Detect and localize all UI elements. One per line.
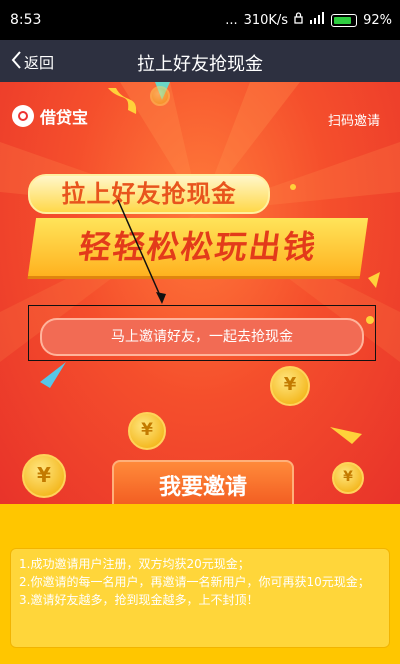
confetti-dot [290, 184, 296, 190]
coin-icon: ¥ [22, 454, 66, 498]
page-title: 拉上好友抢现金 [137, 54, 263, 75]
status-time: 8:53 [10, 12, 42, 28]
coin-icon: ¥ [270, 366, 310, 406]
scan-invite-link[interactable]: 扫码邀请 [328, 110, 380, 129]
title-bar: 返回 拉上好友抢现金 [0, 40, 400, 82]
headline: 拉上好友抢现金 [28, 174, 270, 214]
status-right: ... 310K/s 92% [225, 12, 392, 28]
app-screen: 8:53 ... 310K/s 92% 返回 拉上好友抢现金 借贷宝 扫码邀请 … [0, 0, 400, 664]
coin-icon: ¥ [332, 462, 364, 494]
annotation-highlight-box [28, 305, 376, 361]
slogan: 轻轻松松玩出钱 [27, 218, 369, 276]
status-bar: 8:53 ... 310K/s 92% [0, 0, 400, 40]
invite-button[interactable]: 我要邀请 [112, 460, 294, 504]
brand-logo: 借贷宝 [12, 104, 88, 128]
coin-icon: ¥ [128, 412, 166, 450]
network-speed: 310K/s [243, 12, 289, 28]
rules-box: 1.成功邀请用户注册，双方均获20元现金； 2.你邀请的每一名用户，再邀请一名新… [10, 548, 390, 648]
battery-percent: 92% [363, 12, 392, 28]
rule-item: 3.邀请好友越多，抢到现金越多，上不封顶！ [19, 593, 259, 607]
logo-text: 借贷宝 [40, 108, 89, 127]
rule-item: 1.成功邀请用户注册，双方均获20元现金； [19, 557, 250, 571]
more-dots: ... [225, 12, 238, 28]
lock-icon [294, 12, 303, 28]
promo-banner: 借贷宝 扫码邀请 拉上好友抢现金 轻轻松松玩出钱 ¥ ¥ ¥ ¥ 马上邀请好友，… [0, 82, 400, 504]
background-rays [0, 82, 400, 444]
coin-icon [150, 86, 170, 106]
logo-icon [12, 105, 34, 127]
rules-section: 1.成功邀请用户注册，双方均获20元现金； 2.你邀请的每一名用户，再邀请一名新… [0, 504, 400, 664]
battery-icon [331, 13, 358, 27]
rule-item: 2.你邀请的每一名用户，再邀请一名新用户，你可再获10元现金； [19, 575, 370, 589]
signal-icon [309, 12, 325, 28]
